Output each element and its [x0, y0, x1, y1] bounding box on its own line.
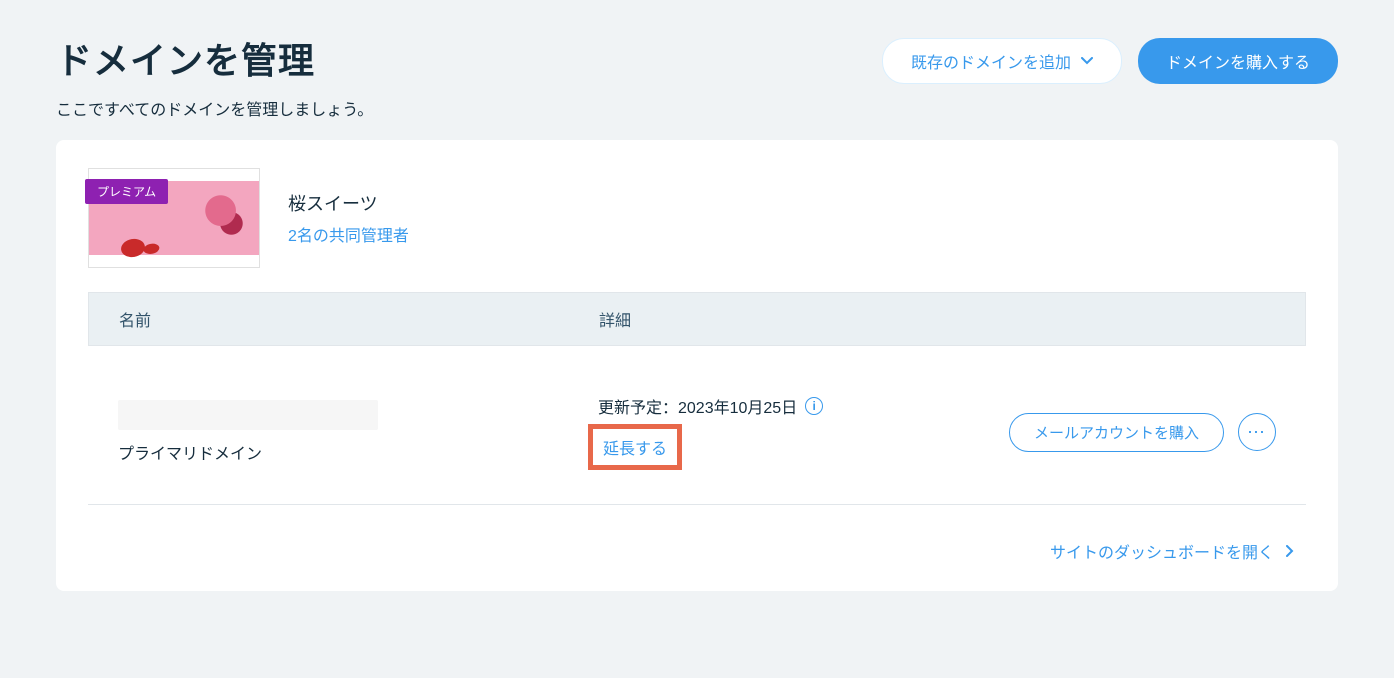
chevron-down-icon [1081, 57, 1093, 65]
chevron-right-icon [1286, 545, 1294, 557]
add-existing-domain-label: 既存のドメインを追加 [911, 49, 1071, 73]
open-dashboard-link[interactable]: サイトのダッシュボードを開く [1050, 539, 1294, 563]
premium-badge: プレミアム [85, 179, 168, 204]
coadmins-link[interactable]: 2名の共同管理者 [288, 222, 409, 246]
buy-domain-button[interactable]: ドメインを購入する [1138, 38, 1338, 84]
domain-type-label: プライマリドメイン [118, 440, 598, 464]
table-header: 名前 詳細 [88, 292, 1306, 346]
ellipsis-icon: ⋯ [1247, 422, 1267, 443]
buy-domain-label: ドメインを購入する [1166, 49, 1310, 73]
site-name: 桜スイーツ [288, 190, 409, 216]
open-dashboard-label: サイトのダッシュボードを開く [1050, 539, 1274, 563]
domain-name-redacted [118, 400, 378, 430]
info-icon[interactable]: i [805, 397, 823, 415]
page-subtitle: ここですべてのドメインを管理しましょう。 [56, 96, 373, 120]
more-actions-button[interactable]: ⋯ [1238, 413, 1276, 451]
renewal-date-text: 更新予定：2023年10月25日 [598, 394, 797, 418]
extend-link[interactable]: 延長する [593, 429, 677, 465]
col-header-name: 名前 [119, 307, 599, 331]
extend-highlight-box: 延長する [588, 424, 682, 470]
add-existing-domain-button[interactable]: 既存のドメインを追加 [882, 38, 1122, 84]
site-card: プレミアム 桜スイーツ 2名の共同管理者 名前 詳細 プライマリドメイン 更新予… [56, 140, 1338, 591]
page-title: ドメインを管理 [56, 32, 373, 84]
buy-mail-account-button[interactable]: メールアカウントを購入 [1009, 413, 1224, 452]
buy-mail-account-label: メールアカウントを購入 [1034, 425, 1199, 442]
col-header-detail: 詳細 [599, 307, 935, 331]
site-thumbnail: プレミアム [88, 168, 260, 268]
table-row: プライマリドメイン 更新予定：2023年10月25日 i 延長する メールアカウ… [88, 346, 1306, 505]
